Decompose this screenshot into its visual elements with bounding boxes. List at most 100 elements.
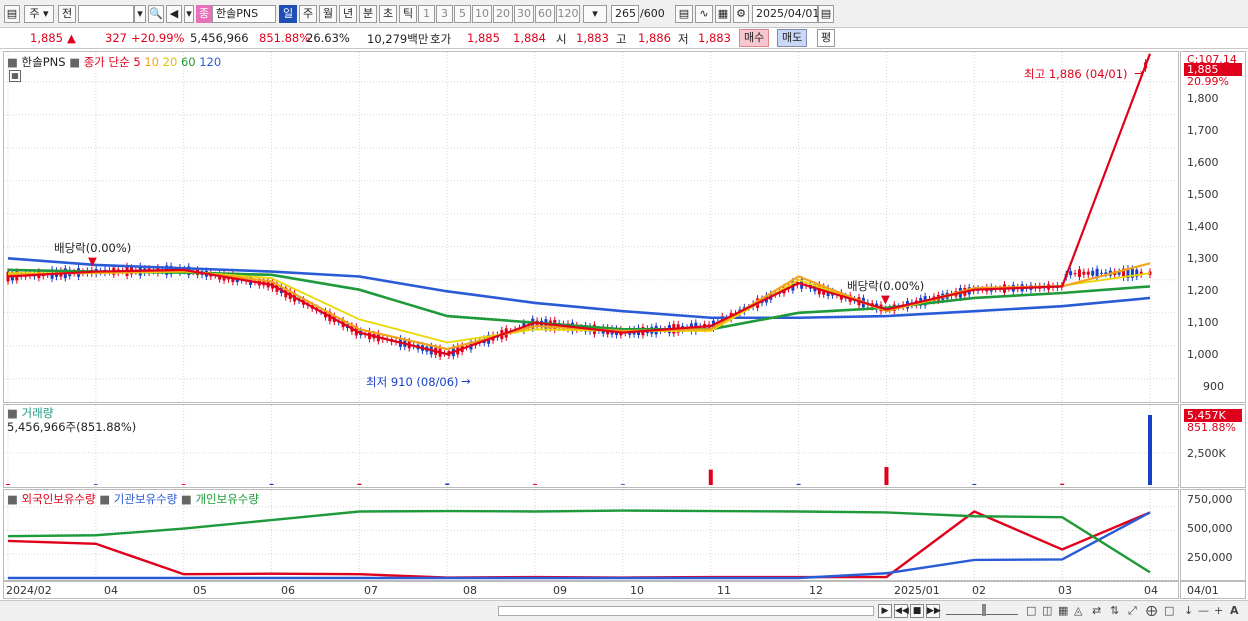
scale-x-icon[interactable]: ⇄ — [1092, 604, 1101, 617]
settings-gear-icon[interactable]: ⚙ — [733, 5, 749, 23]
rewind-icon[interactable]: ◀◀ — [894, 604, 909, 618]
price-tick-1000: 1,000 — [1187, 348, 1219, 361]
volume-rate-tag: 851.88% — [1187, 421, 1236, 434]
quote-label: 호가 — [430, 32, 452, 46]
period-day-tab[interactable]: 일 — [279, 5, 297, 23]
price-change-rate: +20.99% — [131, 31, 185, 45]
price-tick-1500: 1,500 — [1187, 188, 1219, 201]
period-year-tab[interactable]: 년 — [339, 5, 357, 23]
volume-rate: 851.88% — [259, 31, 311, 45]
table-icon[interactable]: ▦ — [9, 70, 21, 82]
tick-20-button[interactable]: 20 — [493, 5, 513, 23]
x-label-current-date: 04/01 — [1187, 584, 1219, 597]
chart-navigation-bar: ▶ ◀◀ ■ ▶▶ □ ◫ ▦ ◬ ⇄ ⇅ ⤢ ⨁ □ ↓ — + A — [0, 600, 1248, 621]
price-pane[interactable]: ■ 한솔PNS ■ 종가 단순 5 10 20 60 120 ▦ 최고 1,88… — [3, 51, 1179, 403]
calendar-icon[interactable]: ▤ — [818, 5, 834, 23]
period-second-tab[interactable]: 초 — [379, 5, 397, 23]
compare-icon[interactable]: ◬ — [1074, 604, 1082, 617]
price-tick-1600: 1,600 — [1187, 156, 1219, 169]
holding-tick-750000: 750,000 — [1187, 493, 1233, 506]
candle-type-icon[interactable]: ▤ — [675, 5, 693, 23]
volume-pane[interactable]: ■ 거래량 5,456,966주(851.88%) — [3, 404, 1179, 488]
x-label-12: 12 — [809, 584, 823, 597]
x-label-10: 10 — [630, 584, 644, 597]
turnover-rate: 26.63% — [306, 31, 350, 45]
x-label-04: 04 — [104, 584, 118, 597]
period-tick-tab[interactable]: 틱 — [399, 5, 417, 23]
tick-120-button[interactable]: 120 — [556, 5, 580, 23]
period-week-tab[interactable]: 주 — [299, 5, 317, 23]
period-select[interactable]: 주 ▾ — [24, 5, 54, 23]
tick-60-button[interactable]: 60 — [535, 5, 555, 23]
chart-scrollbar[interactable] — [498, 606, 874, 616]
eval-button[interactable]: 평 — [817, 29, 836, 47]
period-select-label: 주 — [29, 7, 40, 20]
scale-y-icon[interactable]: ⇅ — [1110, 604, 1119, 617]
date-input[interactable]: 2025/04/01 — [752, 5, 819, 23]
candle-body — [1073, 273, 1077, 275]
speaker-dropdown-icon[interactable]: ▾ — [184, 5, 194, 23]
buy-button[interactable]: 매수 — [739, 29, 770, 47]
ma-20-label: 20 — [162, 55, 178, 69]
fast-forward-icon[interactable]: ▶▶ — [926, 604, 941, 618]
period-month-tab[interactable]: 월 — [319, 5, 337, 23]
low-price: 1,883 — [698, 31, 731, 45]
expand-icon[interactable]: ⤢ — [1128, 604, 1137, 618]
ask-price: 1,885 — [467, 31, 500, 45]
reset-icon[interactable]: □ — [1164, 604, 1174, 617]
chart-menu-icon[interactable]: ▤ — [4, 5, 20, 23]
prev-button[interactable]: 전 — [58, 5, 76, 23]
font-size-icon[interactable]: A — [1230, 604, 1239, 617]
x-label-05: 05 — [193, 584, 207, 597]
current-price: 1,885 — [30, 31, 63, 45]
volume-title: 거래량 — [21, 406, 54, 420]
arrow-down-icon[interactable]: ↓ — [1184, 604, 1193, 617]
search-icon[interactable]: 🔍 — [148, 5, 164, 23]
candle-body — [1099, 272, 1103, 274]
holding-axis: 750,000 500,000 250,000 — [1180, 489, 1246, 581]
price-change: 327 — [105, 31, 127, 45]
period-minute-tab[interactable]: 분 — [359, 5, 377, 23]
speaker-icon[interactable]: ◀ — [166, 5, 182, 23]
price-tick-1100: 1,100 — [1187, 316, 1219, 329]
x-label-2024-02: 2024/02 — [6, 584, 52, 597]
save-icon[interactable]: ▦ — [715, 5, 731, 23]
bar-count-input[interactable]: 265 — [611, 5, 639, 23]
volume-bar — [445, 483, 450, 485]
institution-holding-label: 기관보유수량 — [113, 492, 178, 506]
tick-3-button[interactable]: 3 — [436, 5, 453, 23]
zoom-in-icon[interactable]: + — [1214, 604, 1223, 617]
indicator-icon[interactable]: ∿ — [695, 5, 713, 23]
ma-5-label: 5 — [133, 55, 141, 69]
layout-grid-icon[interactable]: ▦ — [1058, 604, 1068, 617]
volume-bar — [6, 483, 10, 485]
dividend-arrow-2-icon: ▼ — [881, 292, 890, 306]
volume-bar — [357, 483, 362, 485]
tick-5-button[interactable]: 5 — [454, 5, 471, 23]
x-label-07: 07 — [364, 584, 378, 597]
volume-bar — [181, 484, 186, 485]
tick-1-button[interactable]: 1 — [418, 5, 435, 23]
layout-single-icon[interactable]: □ — [1026, 604, 1036, 617]
zoom-out-icon[interactable]: — — [1198, 604, 1209, 617]
scroll-right-icon[interactable]: ▶ — [878, 604, 892, 618]
stock-code-input[interactable]: 010420 — [78, 5, 134, 23]
x-label-08: 08 — [463, 584, 477, 597]
layout-double-icon[interactable]: ◫ — [1042, 604, 1052, 617]
open-price: 1,883 — [576, 31, 609, 45]
tick-30-button[interactable]: 30 — [514, 5, 534, 23]
crosshair-icon[interactable]: ⨁ — [1146, 604, 1157, 617]
x-label-06: 06 — [281, 584, 295, 597]
code-dropdown-icon[interactable]: ▾ — [134, 5, 146, 23]
stop-icon[interactable]: ■ — [910, 604, 924, 618]
zoom-slider-handle[interactable] — [982, 604, 986, 616]
ma-title: 종가 단순 — [83, 55, 130, 69]
stock-name-field[interactable]: 한솔PNS — [212, 5, 276, 23]
holding-pane[interactable]: ■ 외국인보유수량 ■ 기관보유수량 ■ 개인보유수량 — [3, 489, 1179, 581]
sell-button[interactable]: 매도 — [777, 29, 808, 47]
tick-10-button[interactable]: 10 — [472, 5, 492, 23]
volume-value: 5,456,966 — [190, 31, 249, 45]
price-pane-legend: ■ 한솔PNS ■ 종가 단순 5 10 20 60 120 — [7, 55, 222, 69]
tick-dropdown[interactable]: ▾ — [583, 5, 607, 23]
max-price-label: 최고 1,886 (04/01) — [1024, 67, 1128, 81]
